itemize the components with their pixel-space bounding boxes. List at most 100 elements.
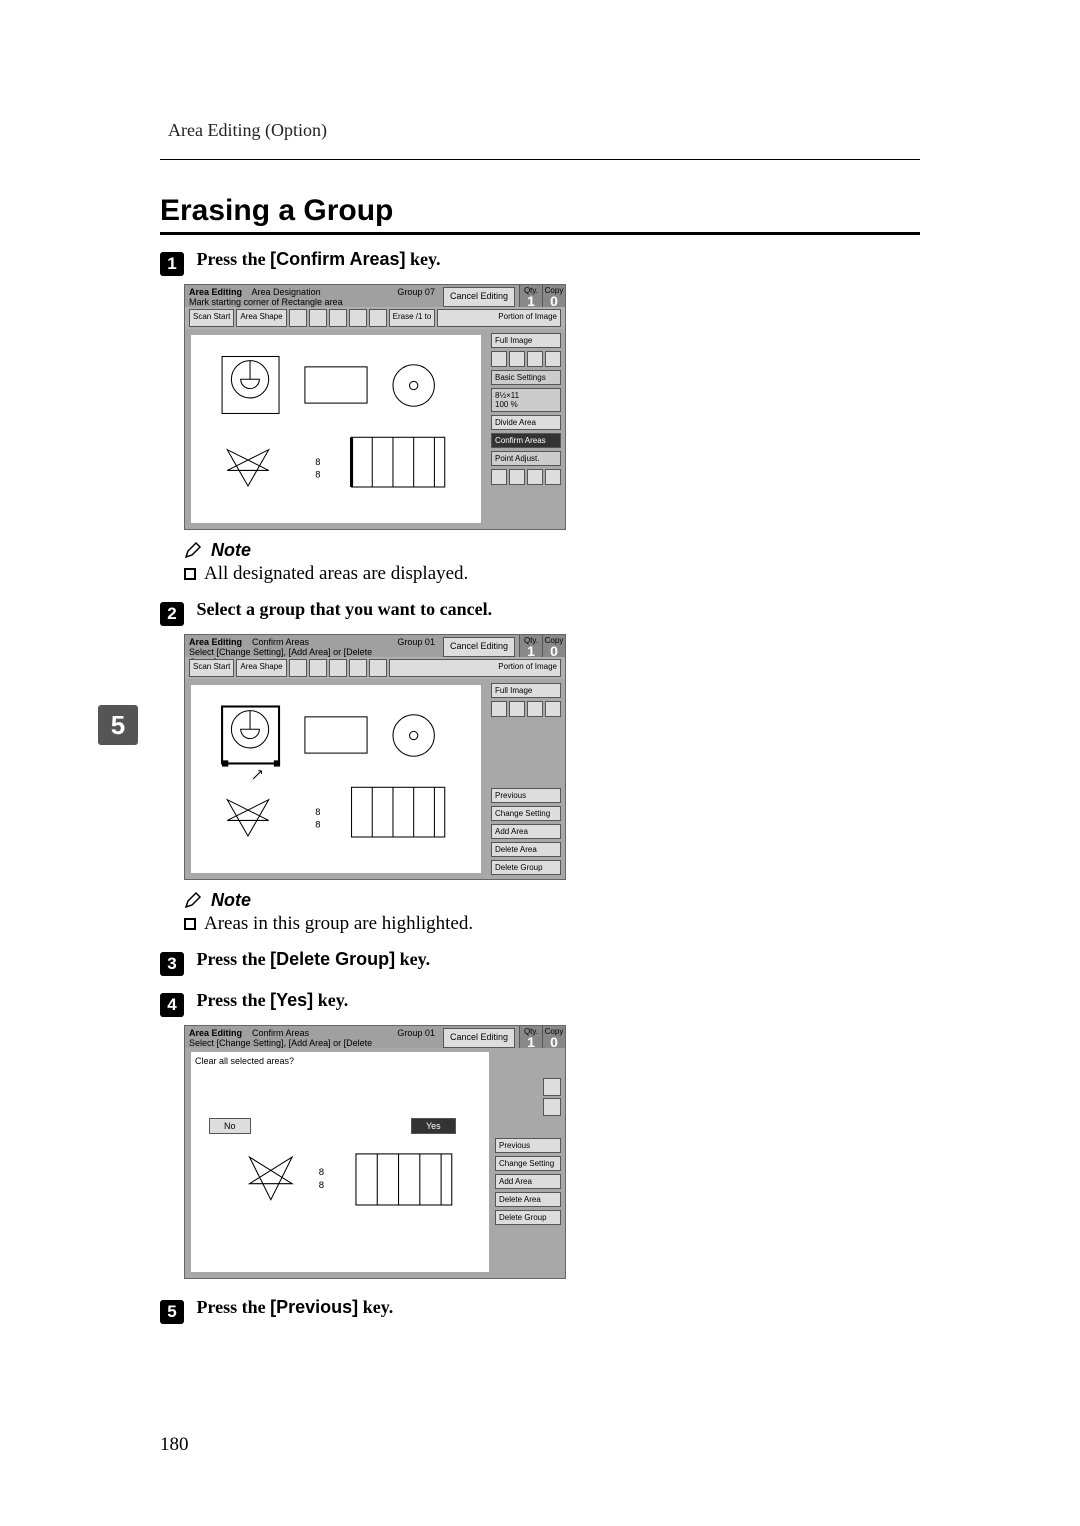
svg-text:8: 8: [315, 807, 320, 817]
note-marker-icon: [184, 918, 196, 930]
ss1-copy-counter: Copy 0: [542, 285, 565, 307]
arrow-left-icon[interactable]: [491, 351, 507, 367]
document-page: Area Editing (Option) Erasing a Group 5 …: [0, 0, 1080, 1526]
ss2-toolbar: Scan Start Area Shape Portion of Image: [185, 657, 565, 679]
ss3-delete-group-button[interactable]: Delete Group: [495, 1210, 561, 1225]
step-2: 2 Select a group that you want to cancel…: [160, 599, 920, 626]
ss1-cancel-editing-button[interactable]: Cancel Editing: [443, 287, 515, 307]
ss3-yes-button[interactable]: Yes: [411, 1118, 456, 1134]
canvas-drawing-icon: 8 8: [191, 1138, 489, 1272]
ss2-group: Group 01: [393, 635, 439, 657]
ss2-copy-counter: Copy 0: [542, 635, 565, 657]
ss2-side-panel: Full Image Previous Change Setting Add A…: [487, 679, 565, 879]
step1-suffix: key.: [406, 249, 441, 269]
note-heading-1: Note: [184, 540, 920, 561]
ss1-group: Group 07: [393, 285, 439, 307]
ss2-cancel-editing-button[interactable]: Cancel Editing: [443, 637, 515, 657]
step-3: 3 Press the [Delete Group] key.: [160, 949, 920, 976]
ss3-delete-area-button[interactable]: Delete Area: [495, 1192, 561, 1207]
step4-prefix: Press the: [197, 990, 271, 1010]
ss3-add-area-button[interactable]: Add Area: [495, 1174, 561, 1189]
rectangle-icon[interactable]: [289, 309, 307, 327]
ss1-qty-counter: Qty. 1: [519, 285, 542, 307]
ss2-full-image-button[interactable]: Full Image: [491, 683, 561, 698]
ss3-mode: Confirm Areas: [252, 1028, 309, 1038]
ss1-erase-button[interactable]: Erase /1 to: [389, 309, 436, 327]
step5-key: [Previous]: [270, 1297, 358, 1317]
oval-icon[interactable]: [329, 309, 347, 327]
ss2-area-shape-button[interactable]: Area Shape: [236, 659, 286, 677]
ss1-mode: Area Designation: [252, 287, 321, 297]
ss2-previous-button[interactable]: Previous: [491, 788, 561, 803]
polygon-icon[interactable]: [349, 309, 367, 327]
arrow-down-icon[interactable]: [509, 351, 525, 367]
arrow-down-icon[interactable]: [509, 701, 525, 717]
arrow-up-icon[interactable]: [527, 351, 543, 367]
arrow-right-icon[interactable]: [545, 351, 561, 367]
adjust-up-icon[interactable]: [527, 469, 543, 485]
section-rule: [160, 232, 920, 235]
adjust-left-icon[interactable]: [491, 469, 507, 485]
rounded-icon[interactable]: [309, 309, 327, 327]
adjust-right-icon[interactable]: [545, 469, 561, 485]
ss3-copy-counter: Copy 0: [542, 1026, 565, 1048]
ss3-side-panel: Previous Change Setting Add Area Delete …: [495, 1138, 561, 1225]
step-number-icon: 4: [160, 993, 184, 1017]
step4-suffix: key.: [313, 990, 348, 1010]
ss2-canvas[interactable]: 8 8: [191, 685, 481, 873]
screenshot-area-designation: Area Editing Area Designation Mark start…: [184, 284, 566, 530]
page-number: 180: [160, 1434, 189, 1456]
ss2-change-setting-button[interactable]: Change Setting: [491, 806, 561, 821]
rectangle-icon: [289, 659, 307, 677]
ss2-delete-group-button[interactable]: Delete Group: [491, 860, 561, 875]
arrow-right-icon[interactable]: [545, 701, 561, 717]
step-number-icon: 2: [160, 602, 184, 626]
arrow-up-icon[interactable]: [527, 701, 543, 717]
adjust-down-icon[interactable]: [509, 469, 525, 485]
ss3-change-setting-button[interactable]: Change Setting: [495, 1156, 561, 1171]
canvas-drawing-icon: 8 8: [191, 685, 481, 873]
step4-key: [Yes]: [270, 990, 313, 1010]
freehand-icon[interactable]: [369, 309, 387, 327]
ss2-mode: Confirm Areas: [252, 637, 309, 647]
ss2-add-area-button[interactable]: Add Area: [491, 824, 561, 839]
note-marker-icon: [184, 568, 196, 580]
ss2-scan-start-button[interactable]: Scan Start: [189, 659, 234, 677]
step5-suffix: key.: [358, 1297, 393, 1317]
ss3-cancel-editing-button[interactable]: Cancel Editing: [443, 1028, 515, 1048]
oval-icon: [329, 659, 347, 677]
ss1-full-image-button[interactable]: Full Image: [491, 333, 561, 348]
scroll-up-icon[interactable]: [543, 1078, 561, 1096]
ss3-group: Group 01: [393, 1026, 439, 1048]
svg-text:8: 8: [315, 457, 320, 467]
ss3-no-button[interactable]: No: [209, 1118, 251, 1134]
ss2-portion-label: Portion of Image: [389, 659, 561, 677]
step-number-icon: 3: [160, 952, 184, 976]
ss1-toolbar: Scan Start Area Shape Erase /1 to Portio…: [185, 307, 565, 329]
arrow-left-icon[interactable]: [491, 701, 507, 717]
ss1-divide-area-button[interactable]: Divide Area: [491, 415, 561, 430]
step-1: 1 Press the [Confirm Areas] key.: [160, 249, 920, 276]
note-2: Areas in this group are highlighted.: [184, 913, 920, 935]
ss3-lower-canvas: 8 8: [191, 1138, 489, 1272]
polygon-icon: [349, 659, 367, 677]
ss1-side-panel: Full Image Basic Settings 8½×11 100 % Di…: [487, 329, 565, 529]
ss2-qty-counter: Qty. 1: [519, 635, 542, 657]
step-5: 5 Press the [Previous] key.: [160, 1297, 920, 1324]
ss1-canvas[interactable]: 8 8: [191, 335, 481, 523]
ss1-basic-settings-label: Basic Settings: [491, 370, 561, 385]
ss1-scan-start-button[interactable]: Scan Start: [189, 309, 234, 327]
ss3-dialog-panel: Clear all selected areas? No Yes: [191, 1052, 489, 1140]
ss1-hint: Mark starting corner of Rectangle area: [189, 297, 343, 307]
pencil-icon: [184, 541, 202, 559]
ss1-confirm-areas-button[interactable]: Confirm Areas: [491, 433, 561, 448]
ss1-app-title: Area Editing: [189, 287, 242, 297]
scroll-down-icon[interactable]: [543, 1098, 561, 1116]
ss3-previous-button[interactable]: Previous: [495, 1138, 561, 1153]
pencil-icon: [184, 891, 202, 909]
ss3-app-title: Area Editing: [189, 1028, 242, 1038]
ss1-area-shape-button[interactable]: Area Shape: [236, 309, 286, 327]
ss3-qty-counter: Qty. 1: [519, 1026, 542, 1048]
ss2-delete-area-button[interactable]: Delete Area: [491, 842, 561, 857]
step3-key: [Delete Group]: [270, 949, 395, 969]
